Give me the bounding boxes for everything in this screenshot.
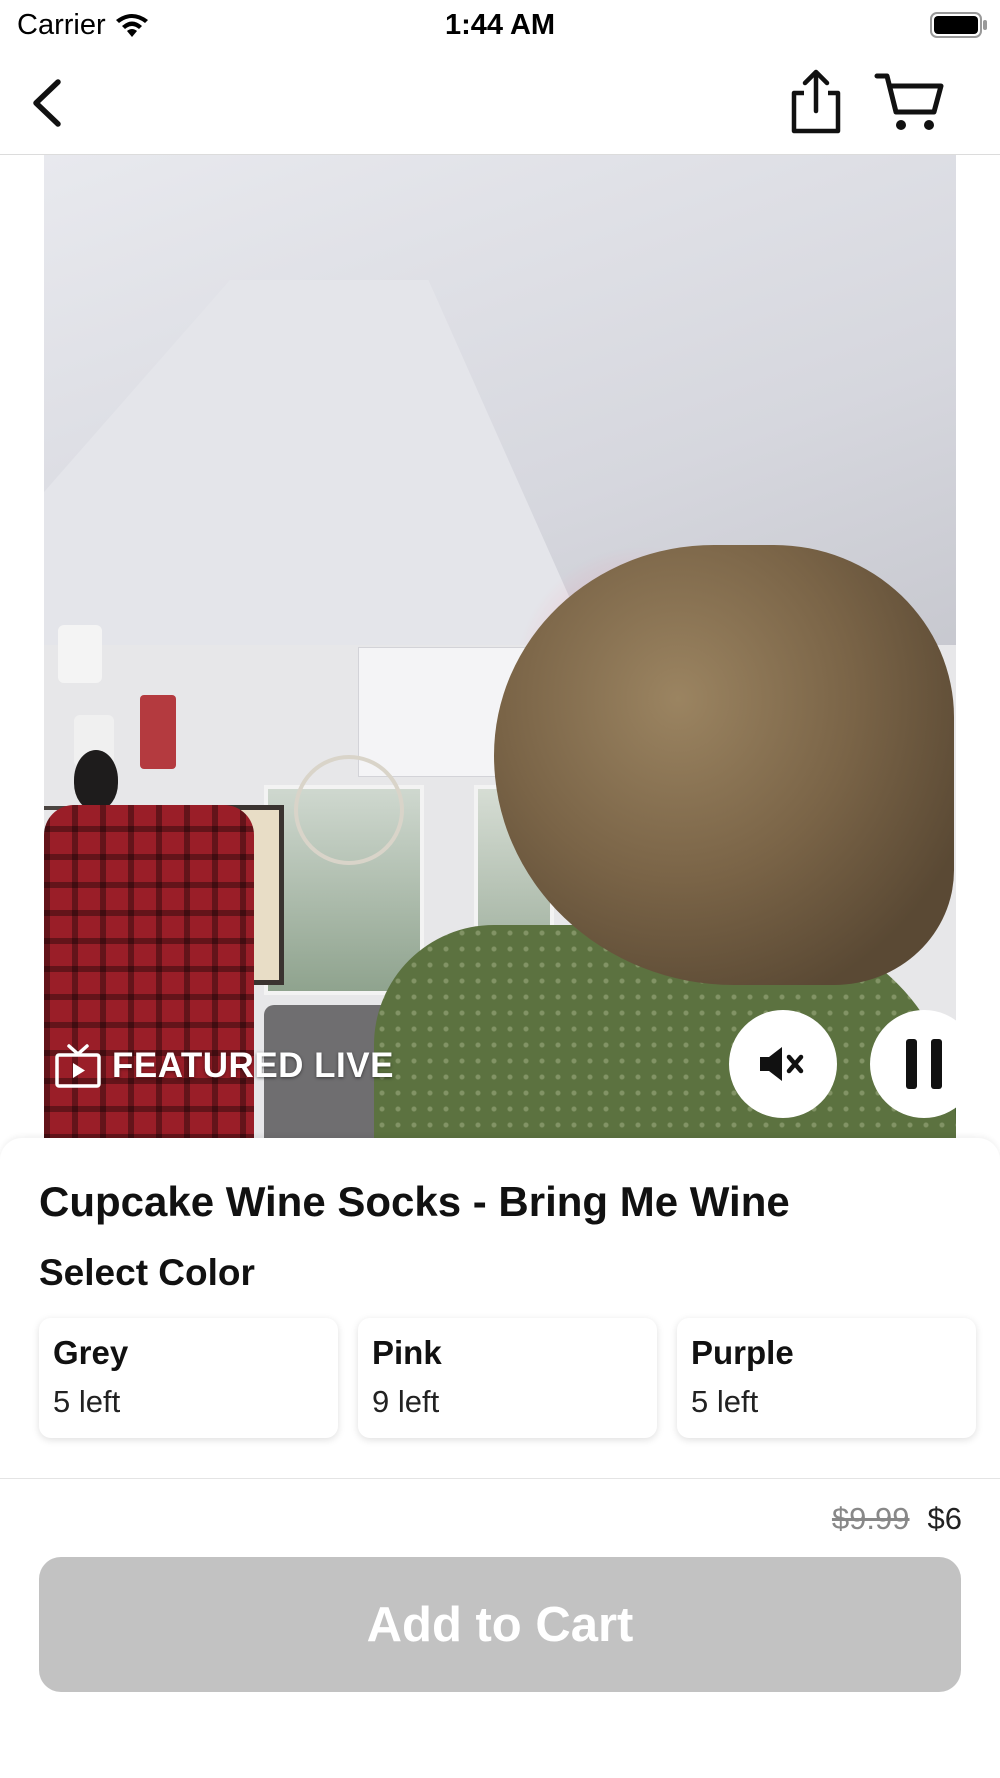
video-tumbler [140, 695, 176, 769]
option-stock: 5 left [53, 1384, 121, 1419]
video-mannequin-head [74, 750, 118, 810]
tv-icon [55, 1044, 101, 1088]
color-option-purple[interactable]: Purple 5 left [677, 1318, 976, 1438]
video-shelf [44, 680, 204, 810]
battery-icon [930, 12, 987, 38]
color-option-grey[interactable]: Grey 5 left [39, 1318, 338, 1438]
cart-icon[interactable] [874, 70, 946, 134]
status-time: 1:44 AM [444, 9, 556, 41]
video-dreamcatcher [294, 755, 404, 865]
option-name: Grey [53, 1334, 129, 1371]
mute-button[interactable] [729, 1010, 837, 1118]
option-name: Purple [691, 1334, 794, 1371]
status-bar: Carrier 1:44 AM [0, 0, 1000, 52]
video-tumbler [58, 625, 102, 683]
video-plaid-shirt [44, 805, 254, 1140]
featured-live-badge: FEATURED LIVE [54, 1043, 394, 1089]
back-icon[interactable] [24, 74, 72, 132]
price-row: $9.99 $6 [832, 1501, 962, 1537]
option-stock: 9 left [372, 1384, 440, 1419]
add-to-cart-button[interactable]: Add to Cart [39, 1557, 961, 1692]
pause-icon [906, 1039, 942, 1089]
color-option-pink[interactable]: Pink 9 left [358, 1318, 657, 1438]
sale-price: $6 [927, 1501, 962, 1536]
product-title: Cupcake Wine Socks - Bring Me Wine [39, 1178, 790, 1225]
purchase-footer: $9.99 $6 Add to Cart [0, 1478, 1000, 1778]
original-price: $9.99 [831, 1501, 910, 1536]
color-options: Grey 5 left Pink 9 left Purple 5 left [39, 1318, 976, 1438]
featured-live-label: FEATURED LIVE [112, 1046, 394, 1085]
mute-icon [760, 1047, 804, 1081]
live-video[interactable]: FEATURED LIVE [44, 155, 956, 1140]
option-name: Pink [372, 1334, 442, 1371]
product-screen: Carrier 1:44 AM FEATURED LIVE Cupcake Wi… [0, 0, 1000, 1778]
share-icon[interactable] [786, 67, 846, 137]
option-stock: 5 left [691, 1384, 759, 1419]
product-sheet: Cupcake Wine Socks - Bring Me Wine Selec… [0, 1138, 1000, 1478]
nav-bar [0, 52, 1000, 155]
select-color-label: Select Color [39, 1252, 255, 1293]
